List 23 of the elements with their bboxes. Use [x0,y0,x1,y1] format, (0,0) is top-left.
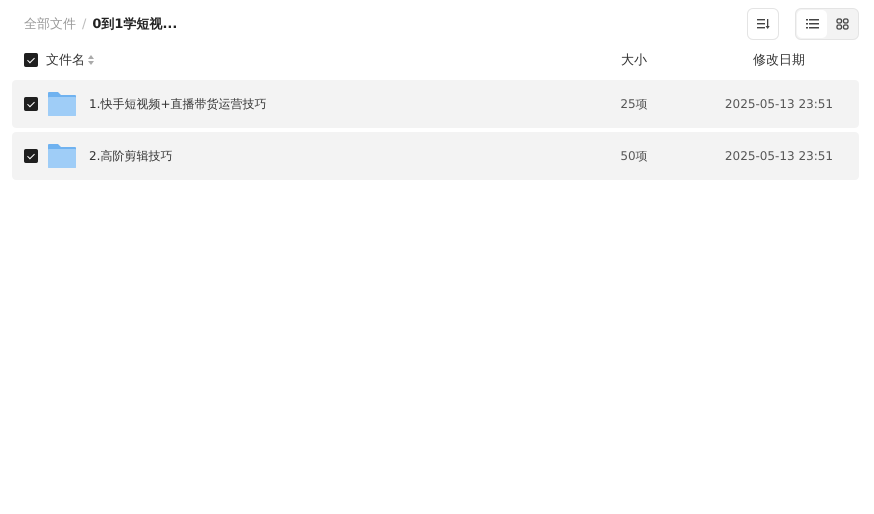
column-header[interactable]: 文件名 [46,51,85,69]
column-header: 修改日期 [753,52,805,69]
file-name: 1.快手短视频+直播带货运营技巧 [89,96,267,112]
grid-icon [836,18,848,30]
breadcrumb-separator: / [82,16,86,32]
view-mode-button[interactable] [797,10,827,38]
folder-icon [47,91,77,117]
modified-date: 2025-05-13 23:51 [724,97,834,111]
list-icon [806,19,818,29]
checkbox[interactable] [24,149,38,163]
sort-icon [756,19,770,29]
folder-icon [47,143,77,169]
file-row[interactable]: 2.高阶剪辑技巧 50项 2025-05-13 23:51 [12,132,859,180]
file-row[interactable]: 1.快手短视频+直播带货运营技巧 25项 2025-05-13 23:51 [12,80,859,128]
modified-date: 2025-05-13 23:51 [724,149,834,163]
checkbox[interactable] [24,53,38,67]
sort-button[interactable] [747,8,779,40]
file-size: 25项 [620,96,648,112]
file-size: 50项 [620,148,648,164]
breadcrumb-item: 0到1学短视... [92,16,178,33]
checkbox[interactable] [24,97,38,111]
column-header: 大小 [621,52,647,69]
file-name: 2.高阶剪辑技巧 [89,148,172,164]
